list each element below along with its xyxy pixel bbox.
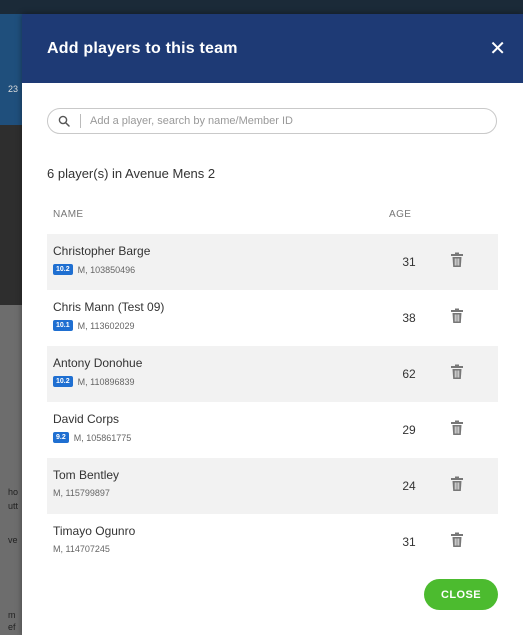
background-text: m (8, 610, 16, 620)
search-input[interactable] (90, 115, 496, 127)
trash-icon[interactable] (450, 420, 464, 436)
player-name: Christopher Barge (53, 244, 151, 258)
team-player-count: 6 player(s) in Avenue Mens 2 (47, 166, 216, 181)
search-divider (80, 114, 81, 128)
table-row: Timayo Ogunro M, 114707245 31 (47, 514, 498, 570)
background-panel (0, 125, 22, 305)
table-row: Antony Donohue 10.2 M, 110896839 62 (47, 346, 498, 402)
modal-title: Add players to this team (47, 39, 238, 57)
player-meta: 10.1 M, 113602029 (53, 320, 135, 331)
player-member-info: M, 103850496 (77, 264, 136, 275)
handicap-badge: 10.2 (53, 264, 73, 275)
background-content (0, 305, 22, 635)
close-button[interactable]: CLOSE (424, 579, 498, 610)
column-header-age: AGE (389, 209, 412, 220)
table-row: David Corps 9.2 M, 105861775 29 (47, 402, 498, 458)
player-age: 38 (402, 311, 416, 325)
table-row: Tom Bentley M, 115799897 24 (47, 458, 498, 514)
trash-icon[interactable] (450, 476, 464, 492)
table-row: Christopher Barge 10.2 M, 103850496 31 (47, 234, 498, 290)
player-member-info: M, 115799897 (53, 488, 110, 498)
players-table: Christopher Barge 10.2 M, 103850496 31 C… (47, 234, 498, 570)
column-header-name: NAME (53, 209, 84, 220)
add-players-modal: Add players to this team ✕ 6 player(s) i… (22, 14, 523, 635)
player-meta: 9.2 M, 105861775 (53, 432, 131, 443)
trash-icon[interactable] (450, 308, 464, 324)
background-text: utt (8, 501, 19, 511)
table-row: Chris Mann (Test 09) 10.1 M, 113602029 3… (47, 290, 498, 346)
handicap-badge: 10.1 (53, 320, 73, 331)
player-age: 62 (402, 367, 416, 381)
background-text: ho (8, 487, 19, 497)
player-name: Timayo Ogunro (53, 524, 136, 538)
handicap-badge: 10.2 (53, 376, 73, 387)
player-name: Tom Bentley (53, 468, 120, 482)
player-member-info: M, 114707245 (53, 544, 110, 554)
player-meta: 10.2 M, 110896839 (53, 376, 135, 387)
player-name: David Corps (53, 412, 120, 426)
close-icon[interactable]: ✕ (489, 39, 506, 59)
search-icon (58, 114, 72, 128)
modal-header: Add players to this team ✕ (22, 14, 523, 83)
player-meta: M, 114707245 (53, 544, 110, 554)
player-age: 31 (402, 535, 416, 549)
background-text: ef (8, 622, 16, 632)
background-text: ve (8, 535, 18, 545)
player-age: 29 (402, 423, 416, 437)
handicap-badge: 9.2 (53, 432, 69, 443)
player-search[interactable] (47, 108, 497, 134)
trash-icon[interactable] (450, 252, 464, 268)
player-meta: M, 115799897 (53, 488, 110, 498)
trash-icon[interactable] (450, 364, 464, 380)
player-member-info: M, 113602029 (77, 320, 135, 331)
player-name: Chris Mann (Test 09) (53, 300, 165, 314)
player-age: 31 (402, 255, 416, 269)
player-member-info: M, 105861775 (73, 432, 132, 443)
trash-icon[interactable] (450, 532, 464, 548)
player-member-info: M, 110896839 (77, 376, 135, 387)
player-age: 24 (402, 479, 416, 493)
background-text: 23 (8, 84, 19, 94)
player-meta: 10.2 M, 103850496 (53, 264, 135, 275)
player-name: Antony Donohue (53, 356, 143, 370)
background-topbar (0, 0, 523, 14)
